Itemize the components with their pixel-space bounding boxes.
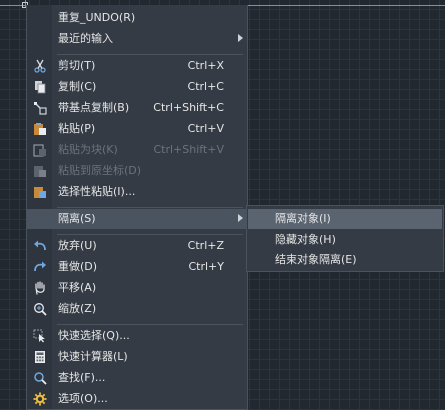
menu-item-label: 平移(A) xyxy=(58,281,97,294)
menu-item-label: 重做(D) xyxy=(58,260,98,273)
menu-item-shortcut: Ctrl+Shift+V xyxy=(153,143,224,156)
paste-to-original-icon xyxy=(33,164,47,178)
menu-item-shortcut: Ctrl+Y xyxy=(188,260,224,273)
find-icon xyxy=(33,371,47,385)
submenu-item-end-isolation[interactable]: 结束对象隔离(E) xyxy=(248,250,442,270)
menu-separator xyxy=(57,234,243,235)
paste-icon xyxy=(33,122,47,136)
menu-item-label: 重复_UNDO(R) xyxy=(58,11,136,24)
menu-item-label: 复制(C) xyxy=(58,80,97,93)
submenu-item-hide-objects[interactable]: 隐藏对象(H) xyxy=(248,230,442,250)
menu-item-label: 放弃(U) xyxy=(58,239,97,252)
menu-item-label: 剪切(T) xyxy=(58,59,96,72)
menu-item-options[interactable]: 选项(O)... xyxy=(27,389,247,409)
menu-item-recent-input[interactable]: 最近的输入 xyxy=(27,29,247,49)
menu-item-label: 粘贴到原坐标(D) xyxy=(58,164,142,177)
paste-as-block-icon xyxy=(33,143,47,157)
menu-item-shortcut: Ctrl+Shift+C xyxy=(153,101,224,114)
chevron-right-icon xyxy=(238,214,243,222)
zoom-icon xyxy=(33,302,47,316)
menu-item-shortcut: Ctrl+X xyxy=(187,59,224,72)
menu-item-repeat-undo[interactable]: 重复_UNDO(R) xyxy=(27,8,247,28)
menu-item-undo[interactable]: 放弃(U) Ctrl+Z xyxy=(27,236,247,256)
menu-item-copy[interactable]: 复制(C) Ctrl+C xyxy=(27,77,247,97)
calculator-icon xyxy=(33,350,47,364)
menu-item-redo[interactable]: 重做(D) Ctrl+Y xyxy=(27,257,247,277)
menu-item-shortcut: Ctrl+V xyxy=(187,122,224,135)
menu-separator xyxy=(57,207,243,208)
menu-item-label: 查找(F)... xyxy=(58,371,106,384)
undo-icon xyxy=(33,239,47,253)
menu-item-paste[interactable]: 粘贴(P) Ctrl+V xyxy=(27,119,247,139)
copy-with-basepoint-icon xyxy=(33,101,47,115)
menu-item-shortcut: Ctrl+C xyxy=(187,80,224,93)
isolate-submenu: 隔离对象(I) 隐藏对象(H) 结束对象隔离(E) xyxy=(246,205,444,272)
menu-item-label: 隔离(S) xyxy=(58,212,96,225)
menu-item-copy-basepoint[interactable]: 带基点复制(B) Ctrl+Shift+C xyxy=(27,98,247,118)
menu-item-label: 缩放(Z) xyxy=(58,302,97,315)
menu-item-quick-calc[interactable]: 快速计算器(L) xyxy=(27,347,247,367)
quick-select-icon xyxy=(33,329,47,343)
menu-item-label: 粘贴为块(K) xyxy=(58,143,118,156)
paste-special-icon xyxy=(33,185,47,199)
pan-hand-icon xyxy=(33,281,47,295)
menu-separator xyxy=(57,324,243,325)
chevron-right-icon xyxy=(238,34,243,42)
menu-item-cut[interactable]: 剪切(T) Ctrl+X xyxy=(27,56,247,76)
menu-item-zoom[interactable]: 缩放(Z) xyxy=(27,299,247,319)
menu-item-isolate[interactable]: 隔离(S) xyxy=(27,209,247,229)
menu-item-label: 选项(O)... xyxy=(58,392,108,405)
menu-item-label: 带基点复制(B) xyxy=(58,101,130,114)
context-menu: 重复_UNDO(R) 最近的输入 剪切(T) Ctrl+X 复制(C) Ctrl… xyxy=(26,5,248,410)
menu-item-paste-as-block[interactable]: 粘贴为块(K) Ctrl+Shift+V xyxy=(27,140,247,160)
redo-icon xyxy=(33,260,47,274)
menu-item-quick-select[interactable]: 快速选择(Q)... xyxy=(27,326,247,346)
menu-item-label: 选择性粘贴(I)... xyxy=(58,185,136,198)
submenu-item-label: 结束对象隔离(E) xyxy=(275,253,357,266)
menu-item-find[interactable]: 查找(F)... xyxy=(27,368,247,388)
options-gear-icon xyxy=(33,392,47,406)
menu-item-label: 粘贴(P) xyxy=(58,122,96,135)
copy-icon xyxy=(33,80,47,94)
menu-item-paste-special[interactable]: 选择性粘贴(I)... xyxy=(27,182,247,202)
menu-item-shortcut: Ctrl+Z xyxy=(187,239,224,252)
menu-item-pan[interactable]: 平移(A) xyxy=(27,278,247,298)
menu-item-label: 最近的输入 xyxy=(58,32,113,45)
menu-item-label: 快速选择(Q)... xyxy=(58,329,130,342)
menu-item-paste-to-original[interactable]: 粘贴到原坐标(D) xyxy=(27,161,247,181)
submenu-item-label: 隔离对象(I) xyxy=(275,212,331,225)
menu-separator xyxy=(57,54,243,55)
scissors-icon xyxy=(33,59,47,73)
submenu-item-label: 隐藏对象(H) xyxy=(275,233,336,246)
menu-item-label: 快速计算器(L) xyxy=(58,350,128,363)
submenu-item-isolate-objects[interactable]: 隔离对象(I) xyxy=(248,209,442,229)
